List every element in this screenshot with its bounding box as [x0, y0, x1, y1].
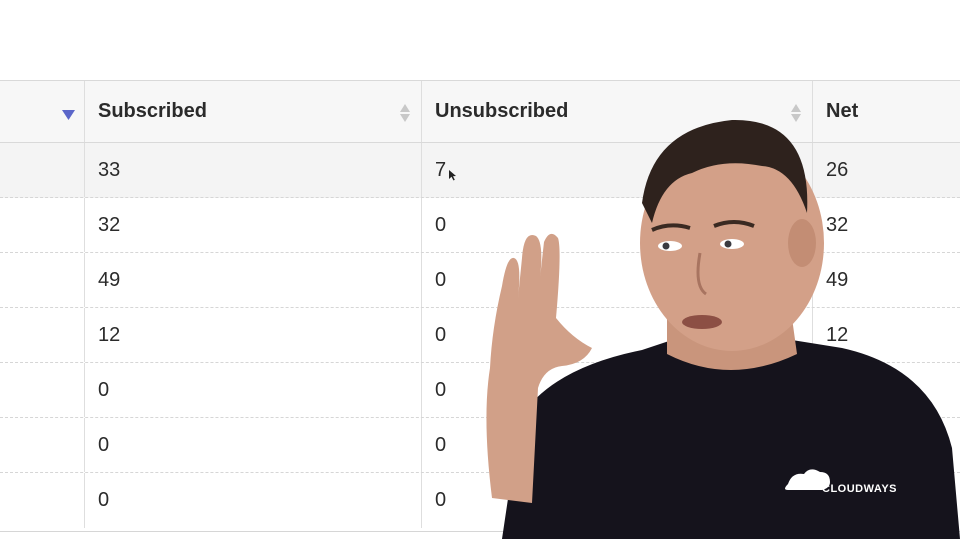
subscribed-cell: 0	[85, 418, 422, 472]
subscribed-cell: 33	[85, 143, 422, 197]
presenter-video-overlay: CLOUDWAYS	[486, 119, 960, 539]
subscribed-cell: 12	[85, 308, 422, 362]
row-first-cell	[0, 198, 85, 252]
top-empty-area	[0, 0, 960, 80]
subscribed-cell: 0	[85, 363, 422, 417]
header-subscribed-label: Subscribed	[98, 100, 207, 122]
screen: Subscribed Unsubscribed Net 33 7 26 32 0…	[0, 0, 960, 539]
header-cell-subscribed[interactable]: Subscribed	[85, 81, 422, 142]
row-first-cell	[0, 308, 85, 362]
row-first-cell	[0, 418, 85, 472]
sort-updown-icon[interactable]	[399, 103, 411, 123]
svg-text:CLOUDWAYS: CLOUDWAYS	[822, 483, 897, 495]
row-first-cell	[0, 473, 85, 528]
mouse-cursor-icon	[449, 170, 456, 181]
subscribed-cell: 32	[85, 198, 422, 252]
row-first-cell	[0, 363, 85, 417]
subscribed-cell: 0	[85, 473, 422, 528]
subscribed-cell: 49	[85, 253, 422, 307]
header-cell-first[interactable]	[0, 81, 85, 142]
row-first-cell	[0, 253, 85, 307]
filter-down-triangle-icon[interactable]	[62, 109, 75, 121]
row-first-cell	[0, 143, 85, 197]
